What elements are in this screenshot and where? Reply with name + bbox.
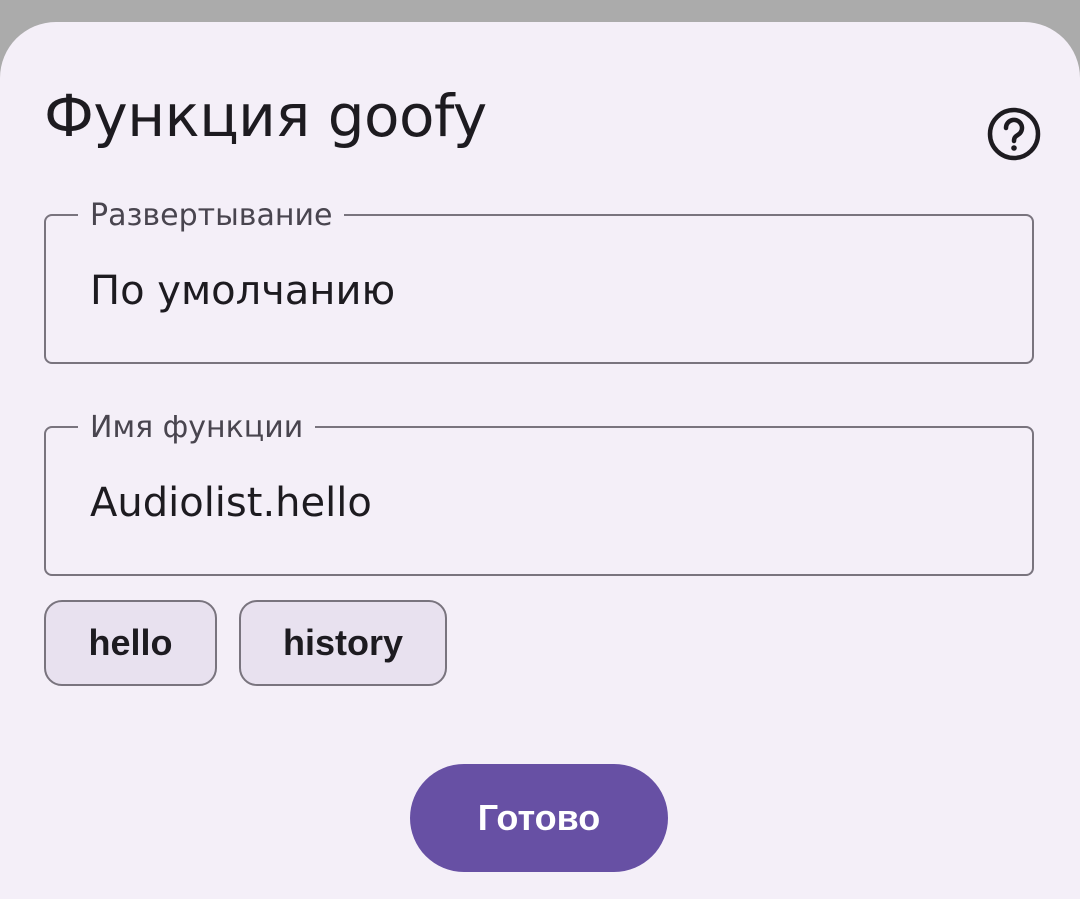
deployment-field[interactable]: Развертывание По умолчанию [44, 199, 1034, 364]
function-dialog: Функция goofy Развертывание По умолчанию… [0, 22, 1080, 899]
function-name-label: Имя функции [78, 411, 316, 445]
help-icon[interactable] [986, 106, 1042, 162]
done-button[interactable]: Готово [410, 764, 668, 872]
function-name-value[interactable]: Audiolist.hello [90, 478, 372, 528]
dialog-title: Функция goofy [44, 82, 487, 150]
suggestion-chip-history[interactable]: history [239, 600, 447, 686]
deployment-label: Развертывание [78, 199, 345, 233]
deployment-value[interactable]: По умолчанию [90, 266, 395, 316]
suggestion-chip-hello[interactable]: hello [44, 600, 217, 686]
function-name-field[interactable]: Имя функции Audiolist.hello [44, 411, 1034, 576]
